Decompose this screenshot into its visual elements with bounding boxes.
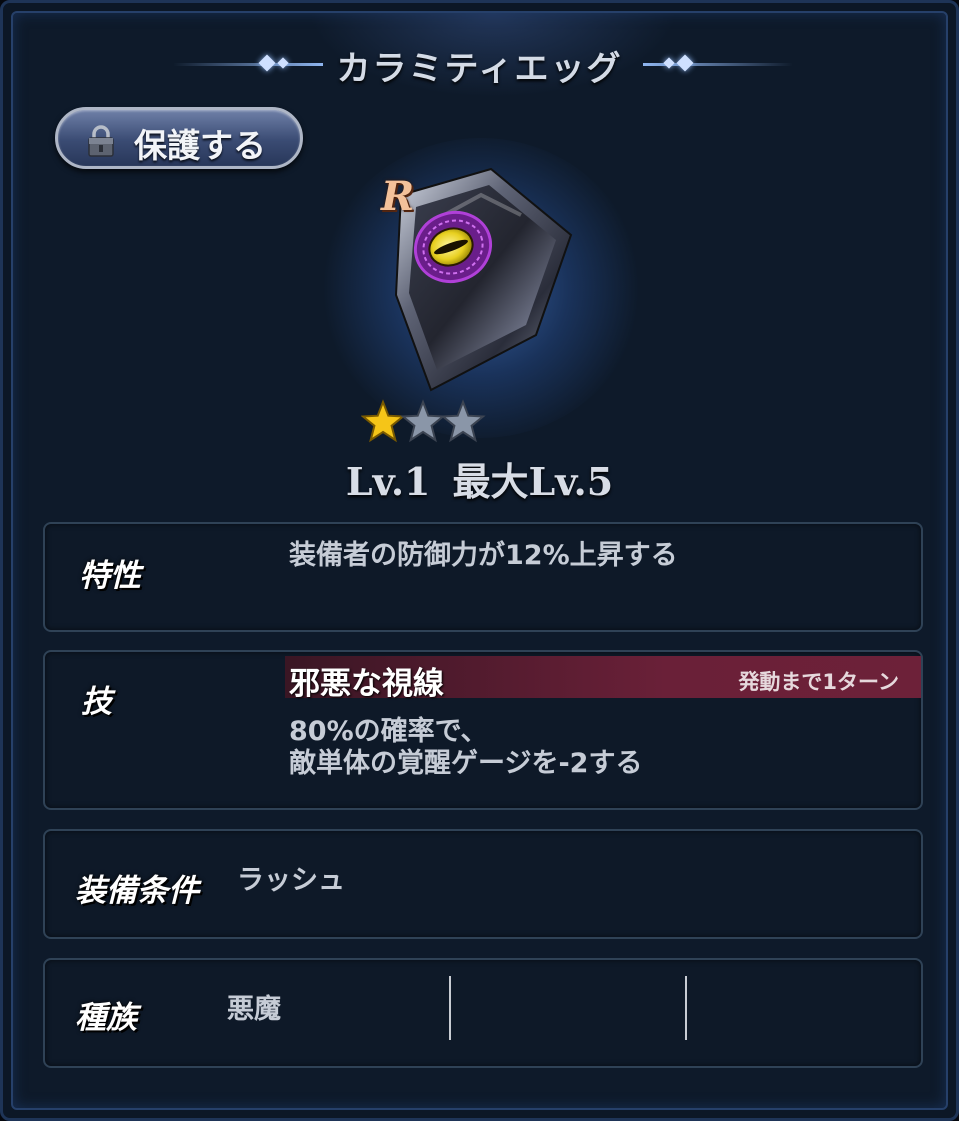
race-value: 悪魔 xyxy=(227,994,281,1025)
protect-button[interactable]: 保護する xyxy=(55,107,303,169)
star-filled-icon xyxy=(361,399,406,443)
skill-panel: 技 邪悪な視線 発動まで1ターン 80%の確率で、 敵単体の覚醒ゲージを-2する xyxy=(43,650,923,810)
skill-trigger: 発動まで1ターン xyxy=(738,670,899,694)
level-info: Lv.1 最大Lv.5 xyxy=(3,451,956,506)
trait-label: 特性 xyxy=(79,558,141,594)
star-empty-icon xyxy=(400,399,446,443)
skill-name: 邪悪な視線 xyxy=(289,666,444,702)
race-label: 種族 xyxy=(75,1000,137,1036)
race-divider xyxy=(449,976,451,1040)
equip-condition-panel: 装備条件 ラッシュ xyxy=(43,829,923,939)
equip-condition-value: ラッシュ xyxy=(237,865,345,896)
title-bar: カラミティエッグ xyxy=(3,41,956,91)
lock-icon xyxy=(88,125,114,157)
trait-text: 装備者の防御力が12%上昇する xyxy=(289,540,678,571)
item-title: カラミティエッグ xyxy=(336,49,623,89)
equip-condition-label: 装備条件 xyxy=(75,873,199,909)
trait-panel: 特性 装備者の防御力が12%上昇する xyxy=(43,522,923,632)
skill-header: 邪悪な視線 発動まで1ターン xyxy=(285,656,921,702)
star-empty-icon xyxy=(440,399,486,443)
skill-label: 技 xyxy=(81,684,112,720)
current-level: Lv.1 xyxy=(345,459,431,504)
rarity-badge: R xyxy=(381,173,415,220)
skill-description-line-2: 敵単体の覚醒ゲージを-2する xyxy=(289,748,643,779)
race-divider xyxy=(685,976,687,1040)
protect-button-label: 保護する xyxy=(134,126,266,165)
max-level: 最大Lv.5 xyxy=(452,459,614,504)
race-panel: 種族 悪魔 xyxy=(43,958,923,1068)
star-rating xyxy=(361,399,486,443)
skill-description-line-1: 80%の確率で、 xyxy=(289,716,488,747)
item-detail-window: カラミティエッグ 保護する R Lv.1 最大Lv.5 特性 装備者の防御力が1… xyxy=(0,0,959,1121)
